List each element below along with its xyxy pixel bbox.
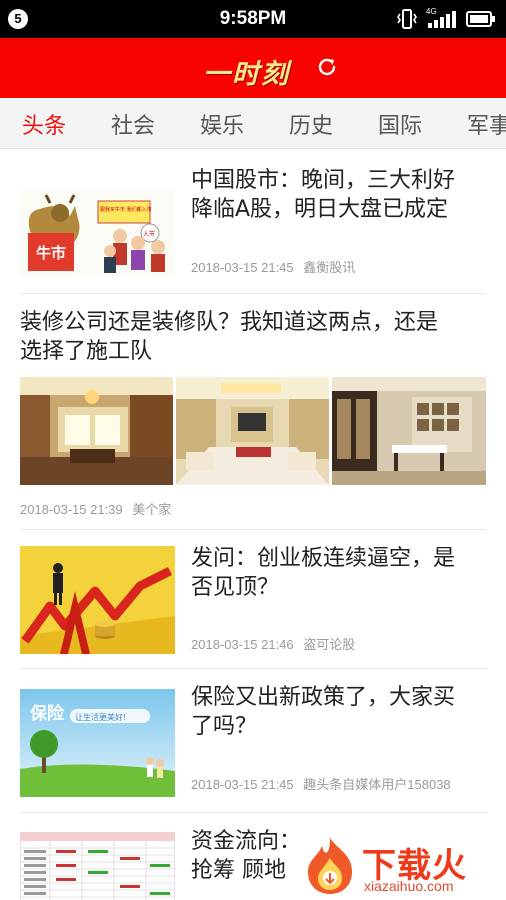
article-title: 中国股市：晚间，三大利好 降临A股，明日大盘已成定	[191, 166, 491, 224]
flame-logo-icon	[308, 838, 352, 894]
article-thumbnail	[20, 546, 175, 654]
tab-military[interactable]: 军事	[467, 108, 506, 140]
thumb-bull-label: 牛市	[36, 244, 66, 262]
thumb-insurance-label: 保险	[29, 703, 65, 724]
tab-international[interactable]: 国际	[378, 108, 422, 140]
article-title: 发问：创业板连续逼空，是 否见顶？	[191, 544, 491, 602]
article-thumbnail: 牛市 跟我买牛市 我们都入市 入市	[20, 191, 175, 276]
article-source: 趣头条自媒体用户158038	[303, 777, 451, 792]
tab-entertainment[interactable]: 娱乐	[200, 108, 244, 140]
article-meta: 2018-03-15 21:45 趣头条自媒体用户158038	[191, 774, 451, 793]
vibrate-icon	[397, 9, 417, 29]
news-feed: 牛市 跟我买牛市 我们都入市 入市 中国股市：晚间，三大利好 降临A股，明日大盘…	[0, 150, 506, 900]
article-title-line: 中国股市：晚间，三大利好	[191, 168, 456, 193]
status-bar: 5 9:58PM 4G	[0, 0, 506, 38]
thumb-insurance-sub: 让生活更美好!	[75, 712, 126, 722]
tab-society[interactable]: 社会	[111, 108, 155, 140]
article-source: 鑫衡股讯	[303, 260, 356, 275]
article-card[interactable]: 保险 让生活更美好! 保险又出新政策了，大家买 了吗？ 2018-03-15 2…	[0, 669, 506, 812]
article-thumbnail	[20, 377, 173, 485]
article-title-line: 装修公司还是装修队？我知道这两点，还是	[20, 310, 439, 335]
article-card[interactable]: 牛市 跟我买牛市 我们都入市 入市 中国股市：晚间，三大利好 降临A股，明日大盘…	[0, 150, 506, 293]
article-meta: 2018-03-15 21:45 鑫衡股讯	[191, 257, 355, 276]
article-time: 2018-03-15 21:45	[191, 260, 294, 275]
thumb-bubble-label: 入市	[143, 230, 155, 238]
article-source: 盗可论股	[303, 637, 356, 652]
watermark-url: xiazaihuo.com	[364, 878, 454, 894]
tab-history[interactable]: 历史	[289, 108, 333, 140]
article-thumbnail	[20, 832, 175, 900]
article-title-line: 降临A股，明日大盘已成定	[191, 197, 449, 222]
refresh-icon[interactable]	[315, 55, 339, 79]
article-meta: 2018-03-15 21:46 盗可论股	[191, 634, 355, 653]
article-time: 2018-03-15 21:45	[191, 777, 294, 792]
article-thumbnail	[176, 377, 329, 485]
article-meta: 2018-03-15 21:39 美个家	[20, 499, 171, 518]
app-title: 一时刻	[203, 59, 290, 90]
signal-icon: 4G	[426, 7, 458, 29]
article-card[interactable]: 发问：创业板连续逼空，是 否见顶？ 2018-03-15 21:46 盗可论股	[0, 530, 506, 668]
article-title-line: 了吗？	[191, 714, 258, 739]
category-tabs: 头条 社会 娱乐 历史 国际 军事	[0, 98, 506, 149]
status-icons: 4G	[396, 7, 496, 30]
tab-toutiao[interactable]: 头条	[22, 108, 66, 140]
watermark-logo: 下载火 xiazaihuo.com	[300, 832, 500, 898]
article-time: 2018-03-15 21:46	[191, 637, 294, 652]
article-source: 美个家	[132, 502, 172, 517]
article-thumbnail	[332, 377, 486, 485]
article-card[interactable]: 装修公司还是装修队？我知道这两点，还是 选择了施工队 2018-03-15 21…	[0, 294, 506, 529]
article-title-line: 否见顶？	[191, 575, 280, 600]
article-title-line: 保险又出新政策了，大家买	[191, 685, 456, 710]
thumb-sign-label: 跟我买牛市 我们都入市	[100, 206, 152, 213]
battery-icon	[466, 11, 495, 27]
article-title-line: 发问：创业板连续逼空，是	[191, 546, 456, 571]
article-title: 保险又出新政策了，大家买 了吗？	[191, 683, 491, 741]
article-title-line: 选择了施工队	[20, 339, 153, 364]
article-title: 装修公司还是装修队？我知道这两点，还是 选择了施工队	[20, 308, 490, 366]
article-thumbnail: 保险 让生活更美好!	[20, 689, 175, 797]
title-bar: 一时刻	[0, 38, 506, 98]
article-time: 2018-03-15 21:39	[20, 502, 123, 517]
